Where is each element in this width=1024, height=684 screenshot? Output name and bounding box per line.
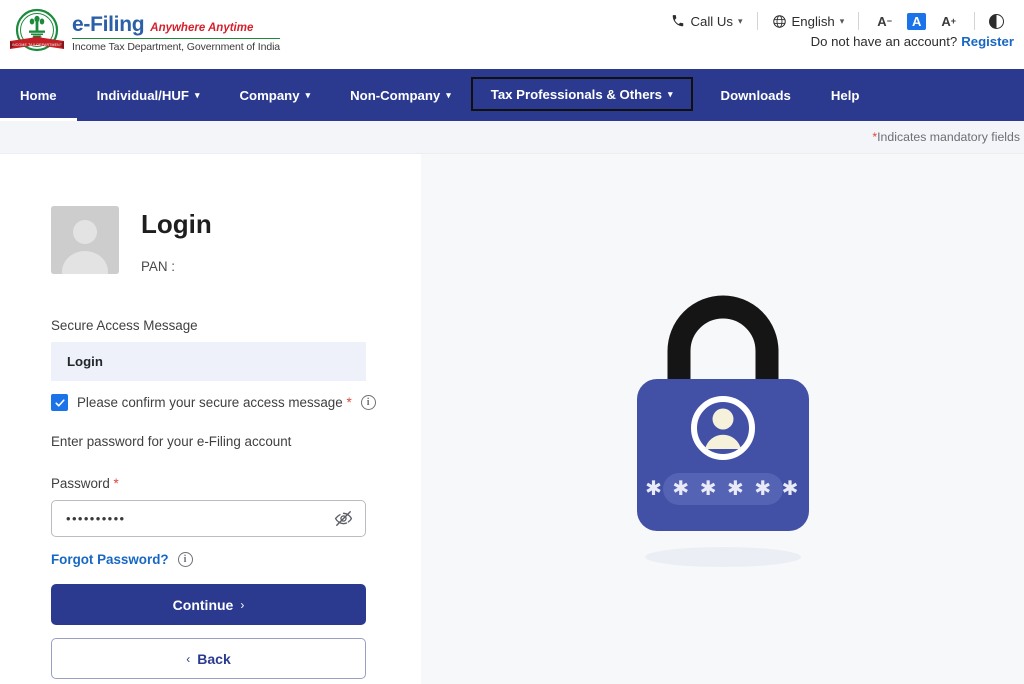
chevron-down-icon: ▾ <box>305 89 311 100</box>
password-input[interactable]: •••••••••• <box>66 511 334 526</box>
call-us-button[interactable]: Call Us ▾ <box>659 14 754 29</box>
chevron-down-icon: ▾ <box>737 15 743 26</box>
illustration-panel: ✱ ✱ ✱ ✱ ✱ ✱ <box>421 154 1024 684</box>
nav-label: Non-Company <box>350 87 441 103</box>
nav-label: Company <box>239 87 300 103</box>
confirm-label-text: Please confirm your secure access messag… <box>77 395 343 410</box>
nav-label: Downloads <box>720 87 791 103</box>
page-body: Login PAN : Secure Access Message Login … <box>0 154 1024 684</box>
svg-text:INCOME TAX DEPARTMENT: INCOME TAX DEPARTMENT <box>12 43 63 47</box>
login-header: Login PAN : <box>51 206 421 274</box>
font-size-controls: A − A A + <box>861 12 972 30</box>
nav-item-tax-professionals-others[interactable]: Tax Professionals & Others ▾ <box>470 77 693 111</box>
back-button[interactable]: ‹ Back <box>51 638 366 679</box>
nav-item-help[interactable]: Help <box>811 69 880 121</box>
mandatory-fields-text: Indicates mandatory fields <box>877 130 1020 144</box>
mandatory-fields-note: * Indicates mandatory fields <box>0 121 1024 154</box>
header-utilities: Call Us ▾ English ▾ A − A A + Do not hav… <box>659 0 1024 49</box>
forgot-password-link[interactable]: Forgot Password? <box>51 552 169 567</box>
password-field-wrapper[interactable]: •••••••••• <box>51 500 366 537</box>
info-icon[interactable]: i <box>177 552 193 567</box>
site-header: सत्यमेव INCOME TAX DEPARTMENT e-Filing A… <box>0 0 1024 69</box>
nav-label: Home <box>20 87 57 103</box>
secure-access-message-label: Secure Access Message <box>51 318 198 333</box>
brand-tagline: Anywhere Anytime <box>150 22 254 34</box>
chevron-right-icon: › <box>240 597 245 612</box>
account-prompt-row: Do not have an account? Register <box>811 32 1018 49</box>
nav-label: Individual/HUF <box>96 87 189 103</box>
account-prompt-label: Do not have an account? <box>810 34 958 49</box>
confirm-secure-access-label: Please confirm your secure access messag… <box>77 395 352 410</box>
main-navigation: Home Individual/HUF ▾ Company ▾ Non-Comp… <box>0 69 1024 121</box>
brand-text: e-Filing Anywhere Anytime Income Tax Dep… <box>72 11 280 53</box>
check-icon <box>54 398 65 407</box>
income-tax-department-emblem-icon: सत्यमेव INCOME TAX DEPARTMENT <box>10 8 64 52</box>
required-asterisk: * <box>113 476 119 491</box>
font-increase-button[interactable]: A + <box>937 13 960 30</box>
brand-title: e-Filing <box>72 13 145 36</box>
required-asterisk: * <box>346 395 352 410</box>
language-selector[interactable]: English ▾ <box>760 14 857 29</box>
call-us-label: Call Us <box>690 13 733 29</box>
info-icon[interactable]: i <box>360 395 376 410</box>
password-label-text: Password <box>51 476 110 491</box>
chevron-down-icon: ▾ <box>446 89 451 100</box>
eye-off-icon[interactable] <box>334 509 353 528</box>
font-increase-sup: + <box>950 16 956 26</box>
chevron-down-icon: ▾ <box>839 15 845 26</box>
password-instruction: Enter password for your e-Filing account <box>51 434 292 449</box>
chevron-left-icon: ‹ <box>186 651 191 666</box>
login-form-panel: Login PAN : Secure Access Message Login … <box>0 154 421 684</box>
confirm-secure-access-row[interactable]: Please confirm your secure access messag… <box>51 394 421 411</box>
back-label: Back <box>197 650 231 667</box>
language-label: English <box>791 13 835 29</box>
font-normal-button[interactable]: A <box>906 12 927 30</box>
chevron-down-icon: ▾ <box>668 88 673 99</box>
continue-button[interactable]: Continue › <box>51 584 366 625</box>
secure-access-message-value: Login <box>51 342 366 381</box>
confirm-secure-access-checkbox[interactable] <box>51 394 68 411</box>
padlock-user-password-illustration: ✱ ✱ ✱ ✱ ✱ ✱ <box>636 295 809 567</box>
brand-subtitle: Income Tax Department, Government of Ind… <box>72 41 281 53</box>
eye-off-glyph <box>334 511 353 526</box>
nav-item-downloads[interactable]: Downloads <box>701 69 811 121</box>
font-decrease-button[interactable]: A − <box>873 13 896 30</box>
nav-label: Tax Professionals & Others <box>490 86 663 102</box>
brand-logo[interactable]: सत्यमेव INCOME TAX DEPARTMENT e-Filing A… <box>0 0 280 58</box>
globe-icon <box>772 14 786 28</box>
nav-item-company[interactable]: Company ▾ <box>219 69 330 121</box>
nav-item-home[interactable]: Home <box>0 69 77 121</box>
divider <box>974 12 975 30</box>
nav-item-non-company[interactable]: Non-Company ▾ <box>330 69 471 121</box>
password-asterisks: ✱ ✱ ✱ ✱ ✱ ✱ <box>645 478 801 500</box>
continue-label: Continue <box>172 596 234 613</box>
login-title-block: Login PAN : <box>141 206 212 274</box>
password-label: Password * <box>51 476 421 491</box>
forgot-password-row: Forgot Password? i <box>51 552 421 567</box>
utility-row: Call Us ▾ English ▾ A − A A + <box>659 10 1018 32</box>
contrast-toggle-icon[interactable] <box>989 13 1004 29</box>
font-normal-label: A <box>911 13 922 29</box>
nav-label: Help <box>830 87 860 103</box>
user-placeholder-icon <box>51 206 119 274</box>
pan-label: PAN : <box>141 258 175 274</box>
nav-item-individual-huf[interactable]: Individual/HUF ▾ <box>77 69 220 121</box>
page-title: Login <box>141 209 212 239</box>
register-link[interactable]: Register <box>961 34 1014 49</box>
font-decrease-sup: − <box>886 16 892 26</box>
brand-title-row: e-Filing Anywhere Anytime <box>72 13 281 39</box>
font-decrease-label: A <box>877 13 887 29</box>
phone-icon <box>673 15 684 27</box>
avatar <box>51 206 119 274</box>
divider <box>756 12 758 30</box>
chevron-down-icon: ▾ <box>194 89 200 100</box>
divider <box>858 12 860 30</box>
font-increase-label: A <box>941 13 951 29</box>
